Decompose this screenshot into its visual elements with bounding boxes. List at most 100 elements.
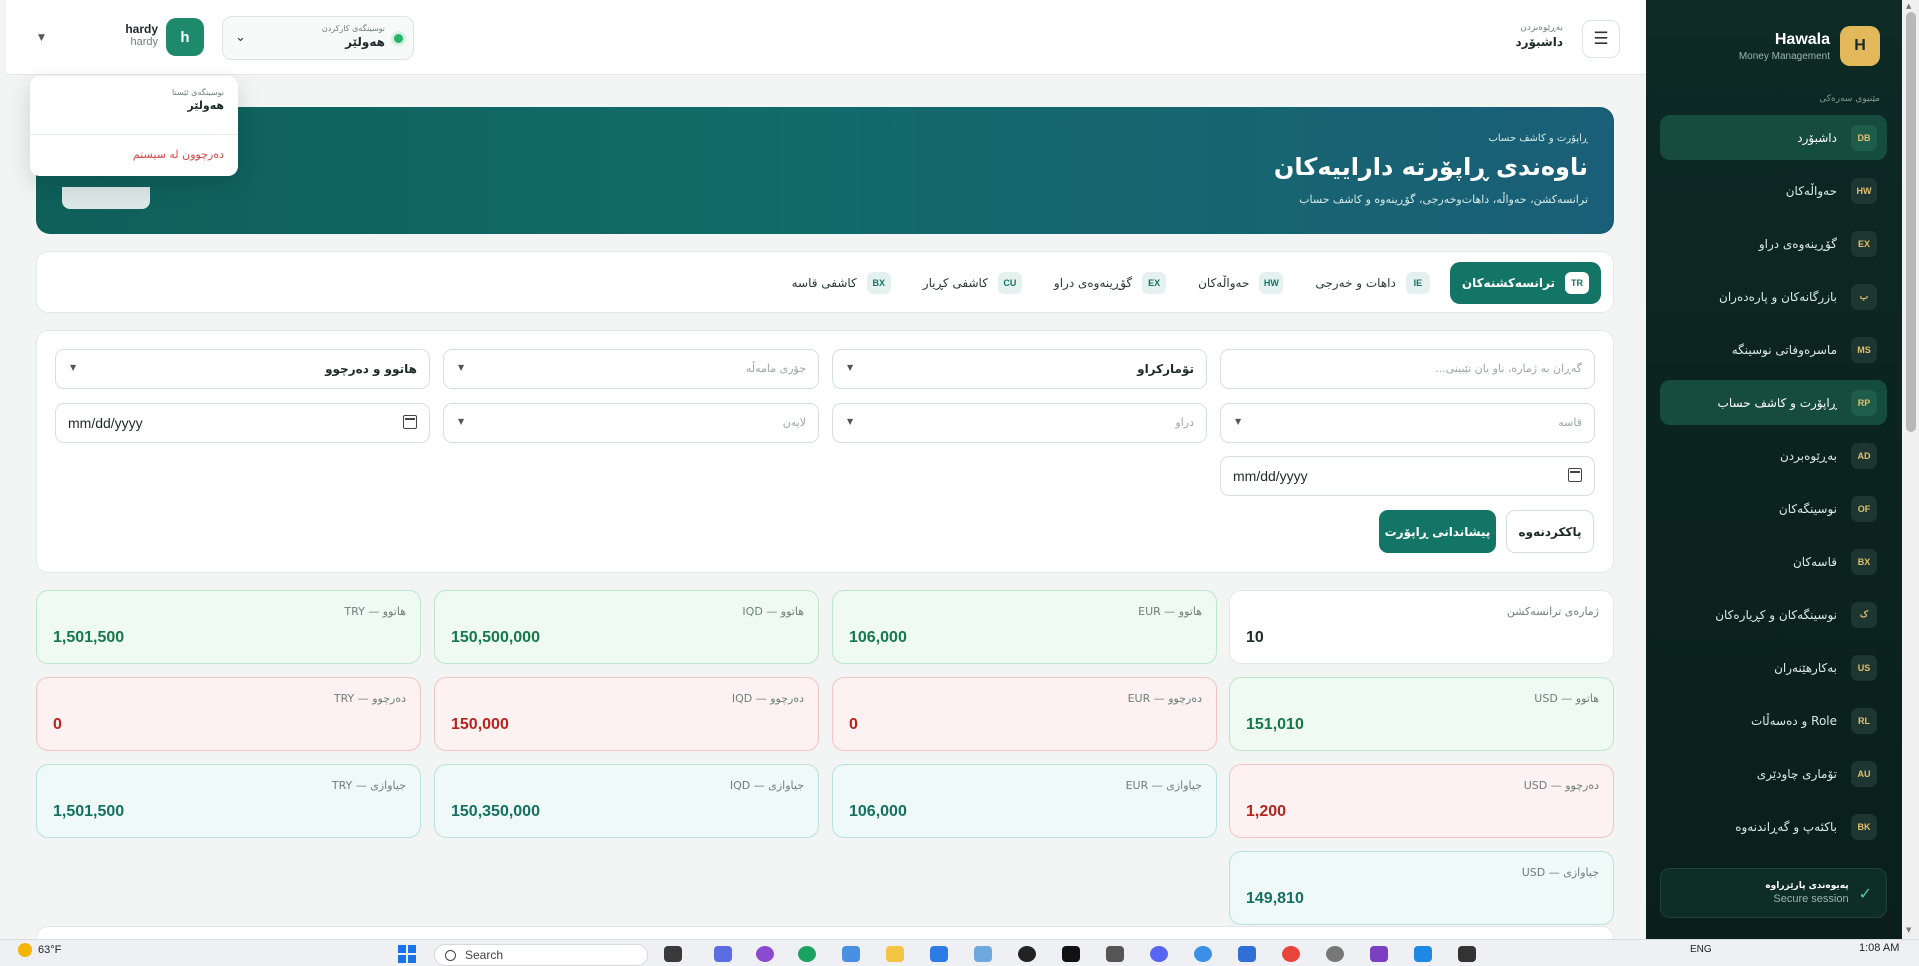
date-to-value: mm/dd/yyyy	[1233, 468, 1308, 484]
brand-subtitle: Money Management	[1738, 50, 1830, 62]
taskbar-search[interactable]: Search	[434, 944, 648, 966]
settings-gear-icon[interactable]	[1326, 946, 1344, 962]
app-icon[interactable]	[798, 946, 816, 962]
avatar[interactable]: h	[166, 18, 204, 56]
transaction-type-select[interactable]: جۆری مامەڵە ▼	[443, 349, 819, 389]
sidebar-item-dashboard[interactable]: DB داشبۆرد	[1660, 115, 1887, 160]
customers-icon: ک	[1851, 601, 1877, 628]
user-dropdown-menu: نوسینگەی ئێستا هەولێر دەرچوون لە سیستم	[30, 76, 238, 176]
stat-label: هاتوو — EUR	[1138, 605, 1202, 618]
date-from-input[interactable]: mm/dd/yyyy	[55, 403, 430, 443]
os-taskbar: 63°F Search ENG 1:08 AM	[0, 939, 1919, 966]
scroll-down-arrow-icon[interactable]: ▼	[1906, 926, 1911, 934]
admin-icon: AD	[1851, 442, 1877, 469]
tab-label: حەواڵەکان	[1198, 276, 1250, 290]
stat-diff-eur: جیاوازی — EUR 106,000	[832, 764, 1217, 838]
scroll-up-arrow-icon[interactable]: ▲	[1906, 2, 1911, 10]
sidebar-item-offices-customers[interactable]: ک نوسینگەکان و کڕیارەکان	[1660, 592, 1887, 637]
date-to-input[interactable]: mm/dd/yyyy	[1220, 456, 1595, 496]
sidebar-item-exchange[interactable]: EX گۆڕینەوەی دراو	[1660, 221, 1887, 266]
hero-title: ناوەندی ڕاپۆرتە داراییەکان	[1273, 153, 1588, 181]
sidebar-item-roles[interactable]: RL Role و دەسەڵات	[1660, 698, 1887, 743]
user-role: hardy	[130, 36, 158, 48]
sidebar-item-hawalas[interactable]: HW حەواڵەکان	[1660, 168, 1887, 213]
tab-customer-statement[interactable]: CU کاشفی کڕیار	[911, 262, 1034, 304]
stat-value: 106,000	[849, 629, 907, 646]
app-icon[interactable]	[1370, 946, 1388, 962]
exchange-icon: EX	[1851, 230, 1877, 257]
box-select[interactable]: قاسە ▼	[1220, 403, 1595, 443]
sidebar-item-users[interactable]: US بەکارهێنەران	[1660, 645, 1887, 690]
stat-out-usd: دەرچوو — USD 1,200	[1229, 764, 1614, 838]
chevron-down-icon: ▼	[458, 363, 465, 372]
secure-subtitle: Secure session	[1773, 893, 1849, 905]
tab-label: ترانسەکشنەکان	[1461, 276, 1555, 290]
app-icon[interactable]	[756, 946, 774, 962]
sidebar-item-audit-log[interactable]: AU تۆماری چاودێری	[1660, 751, 1887, 796]
app-icon[interactable]	[930, 946, 948, 962]
user-info[interactable]: hardy hardy	[106, 22, 158, 48]
tab-box-statement[interactable]: BX کاشفی قاسە	[780, 262, 903, 304]
app-icon[interactable]	[974, 946, 992, 962]
folder-icon[interactable]	[886, 946, 904, 962]
scrollbar-thumb[interactable]	[1906, 12, 1916, 432]
sidebar-item-reports[interactable]: RP ڕاپۆرت و کاشف حساب	[1660, 380, 1887, 425]
app-icon[interactable]	[1062, 946, 1080, 962]
tab-exchange[interactable]: EX گۆڕینەوەی دراو	[1042, 262, 1178, 304]
sidebar-item-traders[interactable]: ب بازرگانەکان و پارەدەران	[1660, 274, 1887, 319]
app-icon[interactable]	[1106, 946, 1124, 962]
app-icon[interactable]	[714, 946, 732, 962]
direction-select[interactable]: هاتوو و دەرچوو ▼	[55, 349, 430, 389]
direction-value: هاتوو و دەرچوو	[325, 362, 417, 376]
system-clock[interactable]: 1:08 AM	[1859, 942, 1899, 954]
stat-value: 150,350,000	[451, 803, 540, 820]
hawala-icon: HW	[1851, 177, 1877, 204]
task-view-icon[interactable]	[664, 946, 682, 962]
app-icon[interactable]	[1018, 946, 1036, 962]
app-icon[interactable]	[1194, 946, 1212, 962]
tab-income-expense[interactable]: IE داهات و خەرجی	[1303, 262, 1441, 304]
ledger-status-select[interactable]: تۆمارکراو ▼	[832, 349, 1207, 389]
sidebar-item-administration[interactable]: AD بەڕێوەبردن	[1660, 433, 1887, 478]
menu-toggle-button[interactable]: ☰	[1582, 20, 1620, 58]
party-placeholder: لایەن	[782, 416, 806, 429]
calendar-icon[interactable]	[1568, 468, 1582, 482]
vscode-icon[interactable]	[1414, 946, 1432, 962]
mail-icon[interactable]	[842, 946, 860, 962]
discord-icon[interactable]	[1150, 946, 1168, 962]
sidebar-item-backup[interactable]: BK باکئەپ و گەڕاندنەوە	[1660, 804, 1887, 849]
sidebar-item-offices[interactable]: OF نوسینگەکان	[1660, 486, 1887, 531]
chrome-icon[interactable]	[1282, 946, 1300, 962]
hero-action-button[interactable]	[62, 187, 150, 209]
reports-icon: RP	[1851, 389, 1877, 416]
user-name: hardy	[125, 22, 158, 36]
status-dot-icon	[394, 34, 403, 43]
sidebar-item-boxes[interactable]: BX قاسەکان	[1660, 539, 1887, 584]
tab-transactions[interactable]: TR ترانسەکشنەکان	[1449, 262, 1601, 304]
sidebar-item-office-expenses[interactable]: MS ماسرەوفاتی نوسینگە	[1660, 327, 1887, 372]
divider	[30, 134, 238, 135]
windows-start-icon[interactable]	[398, 945, 416, 963]
language-indicator[interactable]: ENG	[1690, 944, 1712, 955]
terminal-icon[interactable]	[1458, 946, 1476, 962]
user-menu-chevron-icon[interactable]: ▼	[38, 33, 45, 43]
tab-hawalas[interactable]: HW حەواڵەکان	[1186, 262, 1295, 304]
weather-widget[interactable]: 63°F	[18, 943, 61, 957]
calendar-icon[interactable]	[403, 415, 417, 429]
stat-diff-iqd: جیاوازی — IQD 150,350,000	[434, 764, 819, 838]
expenses-icon: MS	[1851, 336, 1877, 363]
ledger-status-value: تۆمارکراو	[1137, 362, 1194, 376]
sidebar-section-title: مێنیوی سەرەکی	[1819, 94, 1880, 104]
party-select[interactable]: لایەن ▼	[443, 403, 819, 443]
calendar-app-icon[interactable]	[1238, 946, 1256, 962]
chevron-down-icon: ⌄	[235, 30, 246, 45]
currency-select[interactable]: دراو ▼	[832, 403, 1207, 443]
generate-report-button[interactable]: پیشاندانی ڕاپۆرت	[1379, 510, 1496, 553]
office-selector[interactable]: نوسینگەی کارکردن هەولێر ⌄	[222, 16, 414, 60]
logout-button[interactable]: دەرچوون لە سیستم	[133, 148, 224, 161]
clear-filters-button[interactable]: پاککردنەوە	[1506, 510, 1594, 553]
search-input[interactable]: گەڕان بە ژمارە، ناو یان تێبینی...	[1220, 349, 1595, 389]
sidebar-item-label: بەکارهێنەران	[1774, 660, 1837, 675]
sidebar-item-label: ماسرەوفاتی نوسینگە	[1731, 342, 1837, 357]
brand[interactable]: H Hawala Money Management	[1739, 26, 1880, 66]
